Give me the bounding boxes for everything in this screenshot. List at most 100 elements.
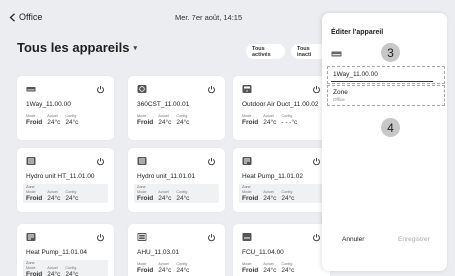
config-label: Config [65, 190, 77, 194]
power-icon[interactable] [96, 157, 105, 166]
mode-value: Froid [242, 267, 259, 274]
device-name-field[interactable]: 1Way_11.00.00 [333, 71, 378, 78]
power-icon[interactable] [96, 233, 105, 242]
mode-value: Froid [137, 119, 154, 126]
actual-value: 24°c [47, 119, 61, 126]
mode-value: Froid [242, 119, 259, 126]
actual-label: Actuel [47, 190, 58, 194]
device-values: Mode Froid Actuel 24°c Config 24°c [137, 114, 194, 126]
power-icon[interactable] [207, 233, 216, 242]
mode-value: Froid [137, 267, 154, 274]
mode-value: Froid [26, 271, 43, 276]
config-label: Config [176, 190, 188, 194]
mode-label: Mode [242, 262, 252, 266]
actual-label: Actuel [263, 114, 274, 118]
air-duct-icon [242, 85, 252, 93]
step-marker-4: 4 [381, 118, 400, 137]
device-name: AHU_11.03.01 [137, 249, 180, 256]
config-value: 24°c [176, 195, 190, 202]
page-title: Tous les appareils [17, 40, 130, 55]
actual-value: 24°c [47, 195, 61, 202]
actual-value: 24°c [158, 267, 172, 274]
mode-label: Mode [137, 190, 147, 194]
power-icon[interactable] [96, 85, 105, 94]
device-card[interactable]: 1Way_11.00.00 Mode Froid Actuel 24°c Config 24… [17, 76, 114, 140]
device-name: Hydro unit_11.01.01 [137, 173, 196, 180]
zone-label: Zone [26, 185, 35, 189]
device-card[interactable]: Outdoor Air Duct_11.00.02 Mode Froid Actuel… [233, 76, 330, 140]
actual-value: 24°c [47, 271, 61, 276]
mode-value: Froid [137, 195, 154, 202]
zone-label: Zone [242, 185, 251, 189]
chevron-left-icon [9, 12, 15, 22]
device-card[interactable]: AHU_11.03.01 Mode Froid Actuel 24°c Config 24°… [128, 224, 225, 276]
power-icon[interactable] [207, 157, 216, 166]
power-icon[interactable] [207, 85, 216, 94]
zone-field-value: Office [333, 97, 345, 102]
config-value: 24°c [176, 267, 190, 274]
device-values: Mode Froid Actuel 24°c Config 24°c [26, 266, 83, 276]
config-label: Config [281, 114, 293, 118]
device-values: Mode Froid Actuel 24°c Config 24°c [26, 114, 83, 126]
actual-label: Actuel [158, 190, 169, 194]
heat-pump-icon [242, 157, 252, 165]
device-values: Mode Froid Actuel 24°c Config 24°c [242, 190, 299, 202]
config-label: Config [176, 114, 188, 118]
power-icon[interactable] [312, 85, 321, 94]
actual-label: Actuel [158, 262, 169, 266]
device-values: Mode Froid Actuel 24°c Config 24°c [137, 190, 194, 202]
hydro-unit-icon [137, 157, 147, 165]
back-button[interactable]: Office [9, 12, 42, 22]
mode-label: Mode [242, 190, 252, 194]
power-icon[interactable] [312, 233, 321, 242]
device-name: Outdoor Air Duct_11.00.02 [242, 101, 319, 108]
device-values: Mode Froid Actuel 24°c Config 24°c [26, 190, 83, 202]
config-value: 24°c [65, 271, 79, 276]
device-card[interactable]: Hydro unit_11.01.01 Zone Mode Froid Actuel 24… [128, 148, 225, 212]
date-time: Mer. 7er août, 14:15 [175, 13, 243, 22]
back-label: Office [19, 12, 43, 22]
device-card[interactable]: 360CST_11.00.01 Mode Froid Actuel 24°c Config… [128, 76, 225, 140]
device-name: 1Way_11.00.00 [26, 101, 71, 108]
mode-label: Mode [137, 262, 147, 266]
mode-label: Mode [26, 266, 36, 270]
heat-pump-icon [26, 233, 36, 241]
config-label: Config [281, 262, 293, 266]
zone-label: Zone [137, 185, 146, 189]
device-name: Heat Pump_11.01.02 [242, 173, 303, 180]
device-name: FCU_11.04.00 [242, 249, 284, 256]
round-cassette-icon [137, 85, 147, 93]
device-name: 360CST_11.00.01 [137, 101, 190, 108]
edit-device-panel: Éditer l'appareil 00 3 1Way_11.00.00 Zon… [322, 13, 447, 271]
device-values: Mode Froid Actuel 24°c Config 24°c [137, 262, 194, 274]
device-name-underline [331, 81, 433, 82]
config-value: 24°c [281, 267, 295, 274]
power-icon[interactable] [312, 157, 321, 166]
mode-value: Froid [26, 195, 43, 202]
actual-label: Actuel [263, 262, 274, 266]
cancel-button[interactable]: Annuler [342, 236, 364, 243]
actual-value: 24°c [263, 195, 277, 202]
device-card[interactable]: Hydro unit HT_11.01.00 Zone Mode Froid Actue… [17, 148, 114, 212]
config-value: 24°c [176, 119, 190, 126]
mode-label: Mode [26, 190, 36, 194]
device-card[interactable]: Heat Pump_11.01.02 Zone Mode Froid Actuel 24°… [233, 148, 330, 212]
zone-field-label[interactable]: Zone [333, 89, 348, 96]
device-card[interactable]: Heat Pump_11.01.04 Zone Mode Froid Actuel 24°… [17, 224, 114, 276]
page-title-dropdown[interactable]: Tous les appareils ▾ [17, 40, 137, 55]
config-label: Config [176, 262, 188, 266]
actual-label: Actuel [47, 114, 58, 118]
step-marker-3: 3 [381, 43, 400, 62]
save-button[interactable]: Enregistrer [398, 236, 430, 243]
mode-value: Froid [242, 195, 259, 202]
config-label: Config [281, 190, 293, 194]
caret-down-icon: ▾ [133, 44, 137, 52]
actual-value: 24°c [263, 267, 277, 274]
hydro-unit-icon [26, 157, 36, 165]
device-card[interactable]: FCU_11.04.00 Mode Froid Actuel 24°c Config 24°… [233, 224, 330, 276]
ahu-icon [137, 233, 147, 241]
actual-value: 24°c [158, 195, 172, 202]
mode-label: Mode [137, 114, 147, 118]
actual-label: Actuel [47, 266, 58, 270]
filter-all-on[interactable]: Tous activés [246, 44, 285, 59]
